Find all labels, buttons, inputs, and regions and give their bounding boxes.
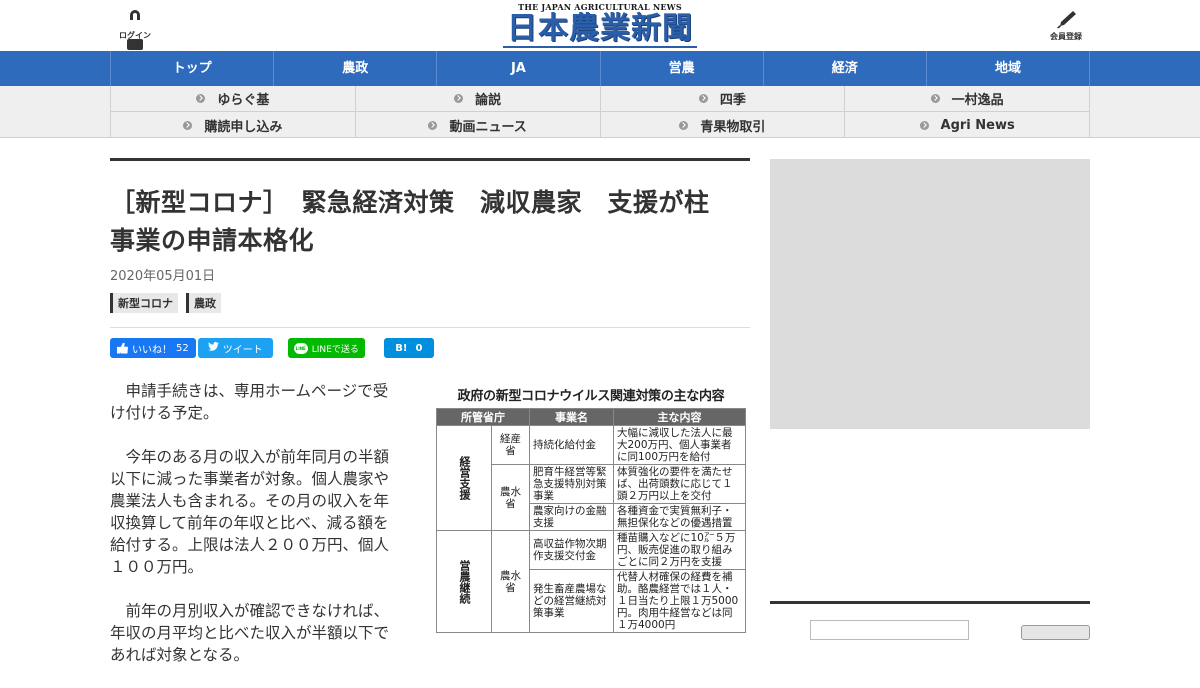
program-name-cell: 発生畜産農場などの経営継続対策事業 <box>529 569 614 633</box>
pen-icon <box>1055 10 1077 30</box>
hatena-bookmark-count: 0 <box>415 342 423 354</box>
hatena-bookmark-icon: B! <box>395 342 408 354</box>
nav-item-policy[interactable]: 農政 <box>274 51 438 86</box>
sub-nav: ゆらぐ基 論説 四季 一村逸品 購読申し込み 動画ニュース 青果物取引 Agri… <box>0 86 1200 138</box>
arrow-circle-icon <box>454 94 464 103</box>
column-header: 所管省庁 <box>436 408 530 426</box>
column-header: 事業名 <box>529 408 614 426</box>
table-header-row: 所管省庁 事業名 主な内容 <box>436 408 746 426</box>
content-cell: 各種資金で実質無利子・無担保化などの優遇措置 <box>613 503 746 531</box>
figure-title: 政府の新型コロナウイルス関連対策の主な内容 <box>457 389 725 404</box>
paragraph: 今年のある月の収入が前年同月の半額以下に減った事業者が対象。個人農家や農業法人も… <box>110 448 390 576</box>
logo-underline <box>503 46 697 48</box>
facebook-like-button[interactable]: いいね！ 52 <box>110 338 196 358</box>
tag-link[interactable]: 農政 <box>186 293 221 313</box>
site-header: ログイン THE JAPAN AGRICULTURAL NEWS 日本農業新聞 … <box>0 0 1200 50</box>
tag-link[interactable]: 新型コロナ <box>110 293 178 313</box>
subnav-label: 一村逸品 <box>951 93 1004 108</box>
nav-item-farming[interactable]: 営農 <box>601 51 764 86</box>
sidebar-rule <box>770 601 1090 604</box>
logo-title: 日本農業新聞 <box>507 11 693 46</box>
twitter-bird-icon <box>207 342 219 354</box>
program-name-cell: 持続化給付金 <box>529 425 614 465</box>
subnav-item-agri-news[interactable]: Agri News <box>845 112 1090 138</box>
lock-icon <box>127 10 143 50</box>
column-header: 主な内容 <box>613 408 746 426</box>
main-nav: トップ 農政 JA 営農 経済 地域 <box>0 51 1200 86</box>
subnav-label: 論説 <box>475 93 502 108</box>
article-body: 申請手続きは、専用ホームページで受け付ける予定。 今年のある月の収入が前年同月の… <box>110 380 750 666</box>
site-logo[interactable]: THE JAPAN AGRICULTURAL NEWS 日本農業新聞 <box>503 2 697 48</box>
arrow-circle-icon <box>428 120 438 130</box>
article-top-rule <box>110 158 750 161</box>
arrow-circle-icon <box>919 120 929 130</box>
member-register-label: 会員登録 <box>1050 32 1082 41</box>
table-row: 経営支援 経産省 持続化給付金 大幅に減収した法人に最大200万円、個人事業者に… <box>436 425 746 531</box>
nav-item-top[interactable]: トップ <box>111 51 275 86</box>
subnav-item-produce-market[interactable]: 青果物取引 <box>601 112 846 138</box>
hatena-bookmark-button[interactable]: B! 0 <box>383 338 434 358</box>
article-date: 2020年05月01日 <box>110 269 216 284</box>
facebook-like-label: いいね！ <box>132 344 172 356</box>
ministry-cell: 農水省 <box>491 530 530 633</box>
subnav-label: 購読申し込み <box>204 119 283 135</box>
content-cell: 大幅に減収した法人に最大200万円、個人事業者に同100万円を給付 <box>613 425 746 465</box>
facebook-like-count: 52 <box>176 342 189 354</box>
subnav-item-yuragu[interactable]: ゆらぐ基 <box>111 86 356 112</box>
subnav-label: 青果物取引 <box>700 119 766 135</box>
sidebar-search-input[interactable] <box>810 620 969 640</box>
line-share-button[interactable]: LINE LINEで送る <box>287 338 365 358</box>
measures-table-figure[interactable]: 政府の新型コロナウイルス関連対策の主な内容 所管省庁 事業名 主な内容 経営支援… <box>436 385 746 633</box>
subnav-label: Agri News <box>940 117 1015 133</box>
thumbs-up-icon <box>117 342 128 354</box>
paragraph: 前年の月別収入が確認できなければ、年収の月平均と比べた収入が半額以下であれば対象… <box>110 602 390 664</box>
line-icon: LINE <box>293 342 308 354</box>
nav-item-region[interactable]: 地域 <box>927 51 1091 86</box>
subnav-item-video-news[interactable]: 動画ニュース <box>356 112 601 138</box>
article-tags: 新型コロナ 農政 <box>110 293 750 313</box>
category-cell: 営農継続 <box>436 530 492 633</box>
subnav-item-editorial[interactable]: 論説 <box>355 86 601 112</box>
program-name-cell: 肥育牛経営等緊急支援特別対策事業 <box>529 464 614 504</box>
article: ［新型コロナ］ 緊急経済対策 減収農家 支援が柱 事業の申請本格化 2020年0… <box>110 158 750 688</box>
nav-item-ja[interactable]: JA <box>437 51 601 86</box>
paragraph: 申請手続きは、専用ホームページで受け付ける予定。 <box>110 382 389 422</box>
tweet-label: ツイート <box>222 344 263 356</box>
category-cell: 経営支援 <box>436 425 492 531</box>
content-cell: 種苗購入などに10㌃５万円、販売促進の取り組みごとに同２万円を支援 <box>613 530 746 570</box>
line-share-label: LINEで送る <box>311 344 359 355</box>
program-name-cell: 高収益作物次期作支援交付金 <box>529 530 614 570</box>
member-register-button[interactable]: 会員登録 <box>1046 10 1086 42</box>
share-buttons: いいね！ 52 ツイート LINE LINEで送る B! 0 <box>110 338 750 358</box>
subnav-item-subscribe[interactable]: 購読申し込み <box>111 112 356 138</box>
content-cell: 代替人材確保の経費を補助。酪農経営では１人・１日当たり上限１万5000円。肉用牛… <box>613 569 746 633</box>
measures-table: 所管省庁 事業名 主な内容 経営支援 経産省 持続化給付金 大幅に減収した法人に… <box>436 408 746 633</box>
content-cell: 体質強化の要件を満たせば、出荷頭数に応じて１頭２万円以上を交付 <box>613 464 746 504</box>
table-row: 営農継続 農水省 高収益作物次期作支援交付金 種苗購入などに10㌃５万円、販売促… <box>436 530 746 633</box>
article-title: ［新型コロナ］ 緊急経済対策 減収農家 支援が柱 事業の申請本格化 <box>110 188 736 255</box>
arrow-circle-icon <box>930 94 940 103</box>
subnav-label: 四季 <box>719 93 746 108</box>
ad-placeholder[interactable] <box>770 159 1090 429</box>
ministry-cell: 農水省 <box>491 464 530 531</box>
ministry-cell: 経産省 <box>491 425 530 465</box>
sidebar-search-button[interactable] <box>1021 625 1090 640</box>
arrow-circle-icon <box>679 120 689 130</box>
divider <box>110 327 750 328</box>
subnav-label: ゆらぐ基 <box>217 93 270 108</box>
subnav-label: 動画ニュース <box>449 119 527 135</box>
arrow-circle-icon <box>698 94 708 103</box>
nav-item-economy[interactable]: 経済 <box>764 51 927 86</box>
arrow-circle-icon <box>183 120 193 130</box>
article-text: 申請手続きは、専用ホームページで受け付ける予定。 今年のある月の収入が前年同月の… <box>110 380 400 666</box>
subnav-item-ippin[interactable]: 一村逸品 <box>845 86 1090 112</box>
login-button[interactable]: ログイン <box>118 10 152 50</box>
arrow-circle-icon <box>196 94 206 103</box>
subnav-item-shiki[interactable]: 四季 <box>600 86 846 112</box>
tweet-button[interactable]: ツイート <box>197 338 273 358</box>
program-name-cell: 農家向けの金融支援 <box>529 503 614 531</box>
